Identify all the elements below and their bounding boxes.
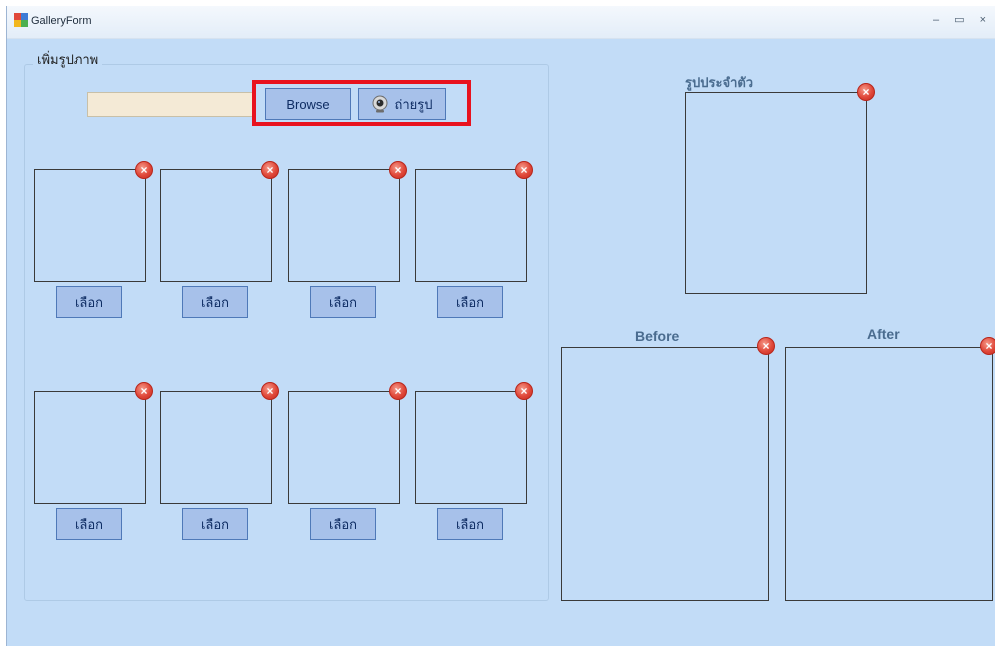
select-button-label: เลือก: [200, 516, 230, 532]
select-button-7[interactable]: เลือก: [310, 508, 376, 540]
select-button-1[interactable]: เลือก: [56, 286, 122, 318]
remove-icon[interactable]: ×: [980, 337, 995, 355]
remove-icon[interactable]: ×: [515, 161, 533, 179]
select-button-8[interactable]: เลือก: [437, 508, 503, 540]
thumbnail-frame-4[interactable]: [415, 169, 527, 282]
select-button-label: เลือก: [455, 516, 485, 532]
gallery-form-window: GalleryForm – ▭ × เพิ่มรูปภาพ Browse ถ่า…: [6, 6, 995, 646]
after-label: After: [867, 326, 900, 342]
select-button-label: เลือก: [328, 516, 358, 532]
remove-icon[interactable]: ×: [389, 382, 407, 400]
thumbnail-frame-1[interactable]: [34, 169, 146, 282]
thumbnail-frame-2[interactable]: [160, 169, 272, 282]
thumbnail-frame-7[interactable]: [288, 391, 400, 504]
thumbnail-frame-5[interactable]: [34, 391, 146, 504]
select-button-label: เลือก: [74, 294, 104, 310]
select-button-2[interactable]: เลือก: [182, 286, 248, 318]
remove-icon[interactable]: ×: [261, 161, 279, 179]
select-button-6[interactable]: เลือก: [182, 508, 248, 540]
select-button-label: เลือก: [455, 294, 485, 310]
image-path-input[interactable]: [87, 92, 255, 117]
after-picture-frame[interactable]: [785, 347, 993, 601]
app-icon: [14, 13, 28, 27]
remove-icon[interactable]: ×: [261, 382, 279, 400]
remove-icon[interactable]: ×: [389, 161, 407, 179]
browse-button-label: Browse: [286, 96, 330, 112]
remove-icon[interactable]: ×: [857, 83, 875, 101]
select-button-label: เลือก: [328, 294, 358, 310]
select-button-label: เลือก: [74, 516, 104, 532]
before-label: Before: [635, 328, 680, 344]
thumbnail-frame-6[interactable]: [160, 391, 272, 504]
title-bar: GalleryForm – ▭ ×: [7, 6, 995, 39]
window-title: GalleryForm: [31, 15, 92, 27]
remove-icon[interactable]: ×: [135, 382, 153, 400]
thumbnail-frame-8[interactable]: [415, 391, 527, 504]
webcam-icon: [372, 95, 388, 113]
before-picture-frame[interactable]: [561, 347, 769, 601]
remove-icon[interactable]: ×: [757, 337, 775, 355]
select-button-5[interactable]: เลือก: [56, 508, 122, 540]
select-button-3[interactable]: เลือก: [310, 286, 376, 318]
profile-picture-label: รูปประจำตัว: [685, 75, 754, 90]
select-button-4[interactable]: เลือก: [437, 286, 503, 318]
profile-picture-frame[interactable]: [685, 92, 867, 294]
take-photo-button-label: ถ่ายรูป: [394, 96, 433, 112]
remove-icon[interactable]: ×: [515, 382, 533, 400]
select-button-label: เลือก: [200, 294, 230, 310]
remove-icon[interactable]: ×: [135, 161, 153, 179]
window-controls[interactable]: – ▭ ×: [933, 13, 992, 26]
thumbnail-frame-3[interactable]: [288, 169, 400, 282]
take-photo-button[interactable]: ถ่ายรูป: [358, 88, 446, 120]
add-picture-group-title: เพิ่มรูปภาพ: [33, 49, 103, 70]
browse-button[interactable]: Browse: [265, 88, 351, 120]
